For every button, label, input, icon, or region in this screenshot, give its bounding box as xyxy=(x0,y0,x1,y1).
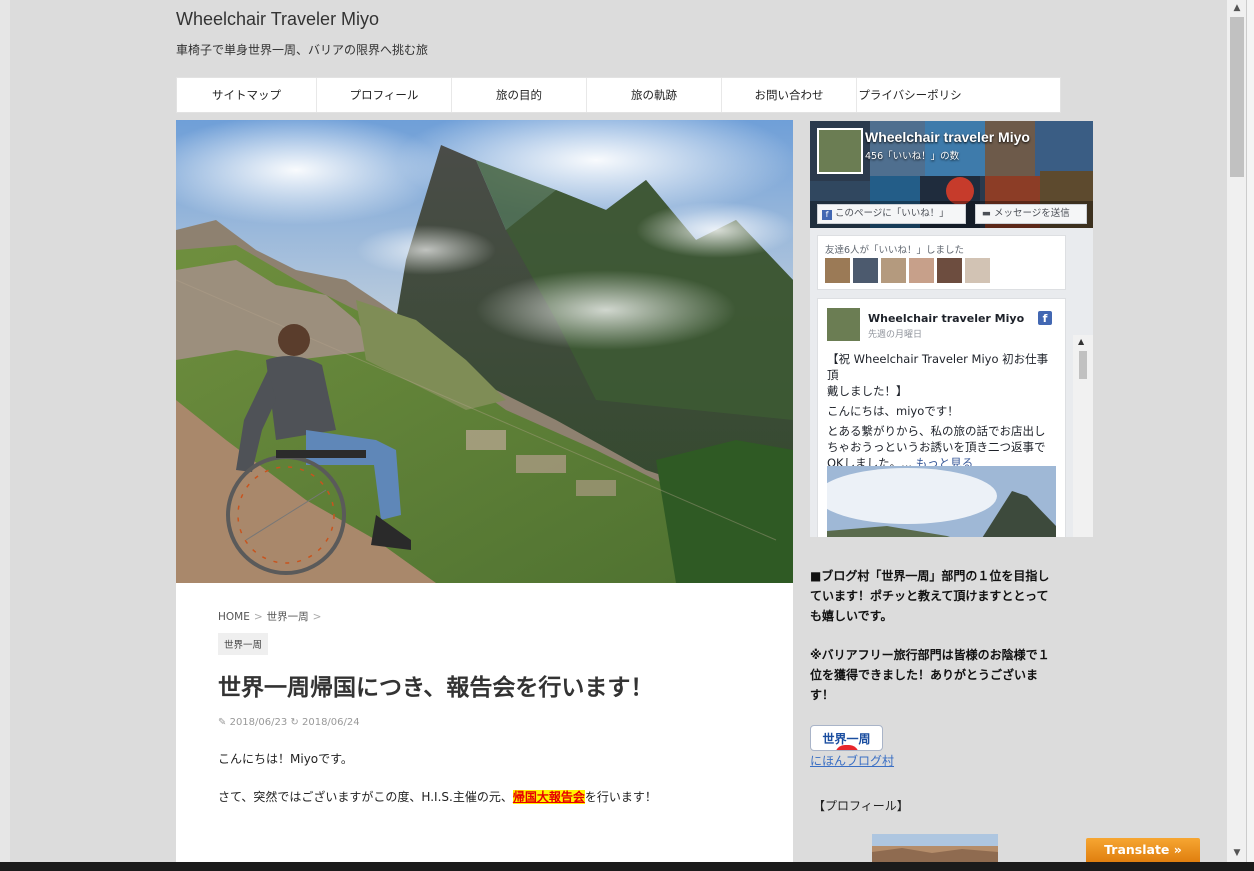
send-message-button[interactable]: ▬ メッセージを送信 xyxy=(975,204,1087,224)
scroll-up-icon[interactable]: ▲ xyxy=(1227,0,1247,17)
nav-item-profile[interactable]: プロフィール xyxy=(317,78,452,112)
post-line: 【祝 Wheelchair Traveler Miyo 初お仕事頂 xyxy=(827,352,1049,382)
post-photo xyxy=(827,466,1056,537)
nav-item-privacy[interactable]: プライバシーポリシー xyxy=(857,78,963,136)
nav-item-sitemap[interactable]: サイトマップ xyxy=(177,78,317,112)
sidebar-line: ています！ポチッと教えて頂けますととって xyxy=(810,589,1049,603)
post-time[interactable]: 先週の月曜日 xyxy=(868,327,922,340)
post-text: 【祝 Wheelchair Traveler Miyo 初お仕事頂 戴しました！… xyxy=(827,351,1059,471)
widget-scrollbar[interactable]: ▼ ▲ xyxy=(1073,335,1093,537)
sidebar-line: ※バリアフリー旅行部門は皆様のお陰様で１ xyxy=(810,648,1050,662)
avatar[interactable] xyxy=(965,258,990,283)
friends-like-text: 友達6人が「いいね！」しました xyxy=(825,245,965,256)
avatar[interactable] xyxy=(881,258,906,283)
breadcrumb-separator: > xyxy=(253,611,263,623)
breadcrumb-category[interactable]: 世界一周 xyxy=(267,611,309,623)
post-author[interactable]: Wheelchair traveler Miyo xyxy=(868,312,1024,325)
profile-image[interactable] xyxy=(872,834,998,862)
web-page: Wheelchair Traveler Miyo 車椅子で単身世界一周、バリアの… xyxy=(10,0,1226,863)
main-nav: サイトマップ プロフィール 旅の目的 旅の軌跡 お問い合わせ プライバシーポリシ… xyxy=(176,77,1061,136)
post-line: とある繋がりから、私の旅の話でお店出し xyxy=(827,424,1046,438)
avatar[interactable] xyxy=(909,258,934,283)
scroll-thumb[interactable] xyxy=(1230,17,1244,177)
taskbar xyxy=(0,862,1254,871)
message-icon: ▬ xyxy=(982,208,991,219)
article-paragraph: さて、突然ではございますがこの度、H.I.S.主催の元、帰国大報告会を行います！ xyxy=(218,788,657,805)
facebook-feed: 友達6人が「いいね！」しました Wheelchair traveler Miyo… xyxy=(810,228,1093,537)
blogmura-link[interactable]: にほんブログ村 xyxy=(810,752,894,769)
article: HOME > 世界一周 > 世界一周 世界一周帰国につき、報告会を行います！ ✎ 20… xyxy=(176,120,793,862)
highlight-link[interactable]: 帰国大報告会 xyxy=(512,790,585,804)
post-line: ちゃおうっというお誘いを頂き二つ返事で xyxy=(827,440,1046,454)
facebook-cover: Wheelchair traveler Miyo 456「いいね！」の数 f この… xyxy=(810,121,1093,228)
avatar[interactable] xyxy=(853,258,878,283)
pencil-icon: ✎ xyxy=(218,717,227,728)
sidebar-text-ranking: ■ブログ村「世界一周」部門の１位を目指し ています！ポチッと教えて頂けますととっ… xyxy=(810,566,1065,626)
post-line: 戴しました！】 xyxy=(827,384,908,398)
background-window-edge xyxy=(1246,0,1254,862)
nav-item-purpose[interactable]: 旅の目的 xyxy=(452,78,587,112)
breadcrumb-separator: > xyxy=(312,611,322,623)
post-image[interactable] xyxy=(827,466,1056,537)
paragraph-text: を行います！ xyxy=(584,790,657,804)
site-description: 車椅子で単身世界一周、バリアの限界へ挑む旅 xyxy=(176,43,429,57)
like-button-label: このページに「いいね！」 xyxy=(835,208,949,219)
widget-scroll-thumb[interactable] xyxy=(1079,351,1087,379)
sidebar-line: す！ xyxy=(810,688,835,702)
article-dates: ✎ 2018/06/23 ↻ 2018/06/24 xyxy=(218,717,360,728)
profile-heading: 【プロフィール】 xyxy=(813,799,909,813)
like-page-button[interactable]: f このページに「いいね！」 xyxy=(817,204,966,224)
updated-date: 2018/06/24 xyxy=(301,717,360,728)
scroll-down-icon[interactable]: ▼ xyxy=(1227,845,1247,862)
page-name[interactable]: Wheelchair traveler Miyo xyxy=(865,129,1030,145)
article-title: 世界一周帰国につき、報告会を行います！ xyxy=(218,675,654,701)
facebook-icon[interactable]: f xyxy=(1038,311,1052,325)
scroll-up-icon[interactable]: ▲ xyxy=(1078,337,1084,346)
breadcrumb: HOME > 世界一周 > xyxy=(218,609,325,624)
profile-photo xyxy=(872,834,998,862)
avatar[interactable] xyxy=(937,258,962,283)
friends-like-card: 友達6人が「いいね！」しました xyxy=(817,235,1066,290)
paragraph-text: さて、突然ではございますがこの度、H.I.S.主催の元、 xyxy=(218,790,513,804)
nav-item-contact[interactable]: お問い合わせ xyxy=(722,78,857,112)
hero-image xyxy=(176,120,793,583)
facebook-icon: f xyxy=(822,210,832,220)
nav-item-journey[interactable]: 旅の軌跡 xyxy=(587,78,722,112)
friend-avatars xyxy=(825,258,990,283)
blogmura-banner[interactable]: 世界一周 xyxy=(810,725,883,751)
refresh-icon: ↻ xyxy=(290,717,299,728)
machu-picchu-photo xyxy=(176,120,793,583)
translate-button[interactable]: Translate » xyxy=(1086,838,1200,862)
category-tag[interactable]: 世界一周 xyxy=(218,633,269,655)
browser-window: Wheelchair Traveler Miyo 車椅子で単身世界一周、バリアの… xyxy=(0,0,1254,871)
article-paragraph: こんにちは！Miyoです。 xyxy=(218,752,353,766)
facebook-page-widget: Wheelchair traveler Miyo 456「いいね！」の数 f この… xyxy=(810,121,1093,537)
facebook-post: Wheelchair traveler Miyo 先週の月曜日 f 【祝 Whe… xyxy=(817,298,1066,537)
post-author-avatar[interactable] xyxy=(827,308,860,341)
breadcrumb-home[interactable]: HOME xyxy=(218,611,250,623)
site-title[interactable]: Wheelchair Traveler Miyo xyxy=(176,9,379,30)
sidebar-line: も嬉しいです。 xyxy=(810,609,893,623)
page-scrollbar[interactable]: ▲ ▼ xyxy=(1226,0,1247,862)
post-line: こんにちは、miyoです！ xyxy=(827,404,959,418)
published-date: 2018/06/23 xyxy=(229,717,288,728)
sidebar-line: 位を獲得できました！ありがとうございま xyxy=(810,668,1039,682)
sidebar-line: ■ブログ村「世界一周」部門の１位を目指し xyxy=(810,569,1050,583)
avatar[interactable] xyxy=(825,258,850,283)
page-avatar[interactable] xyxy=(817,128,863,174)
sidebar-text-thanks: ※バリアフリー旅行部門は皆様のお陰様で１ 位を獲得できました！ありがとうございま… xyxy=(810,645,1065,705)
likes-count: 456「いいね！」の数 xyxy=(865,151,960,162)
message-button-label: メッセージを送信 xyxy=(993,208,1070,219)
